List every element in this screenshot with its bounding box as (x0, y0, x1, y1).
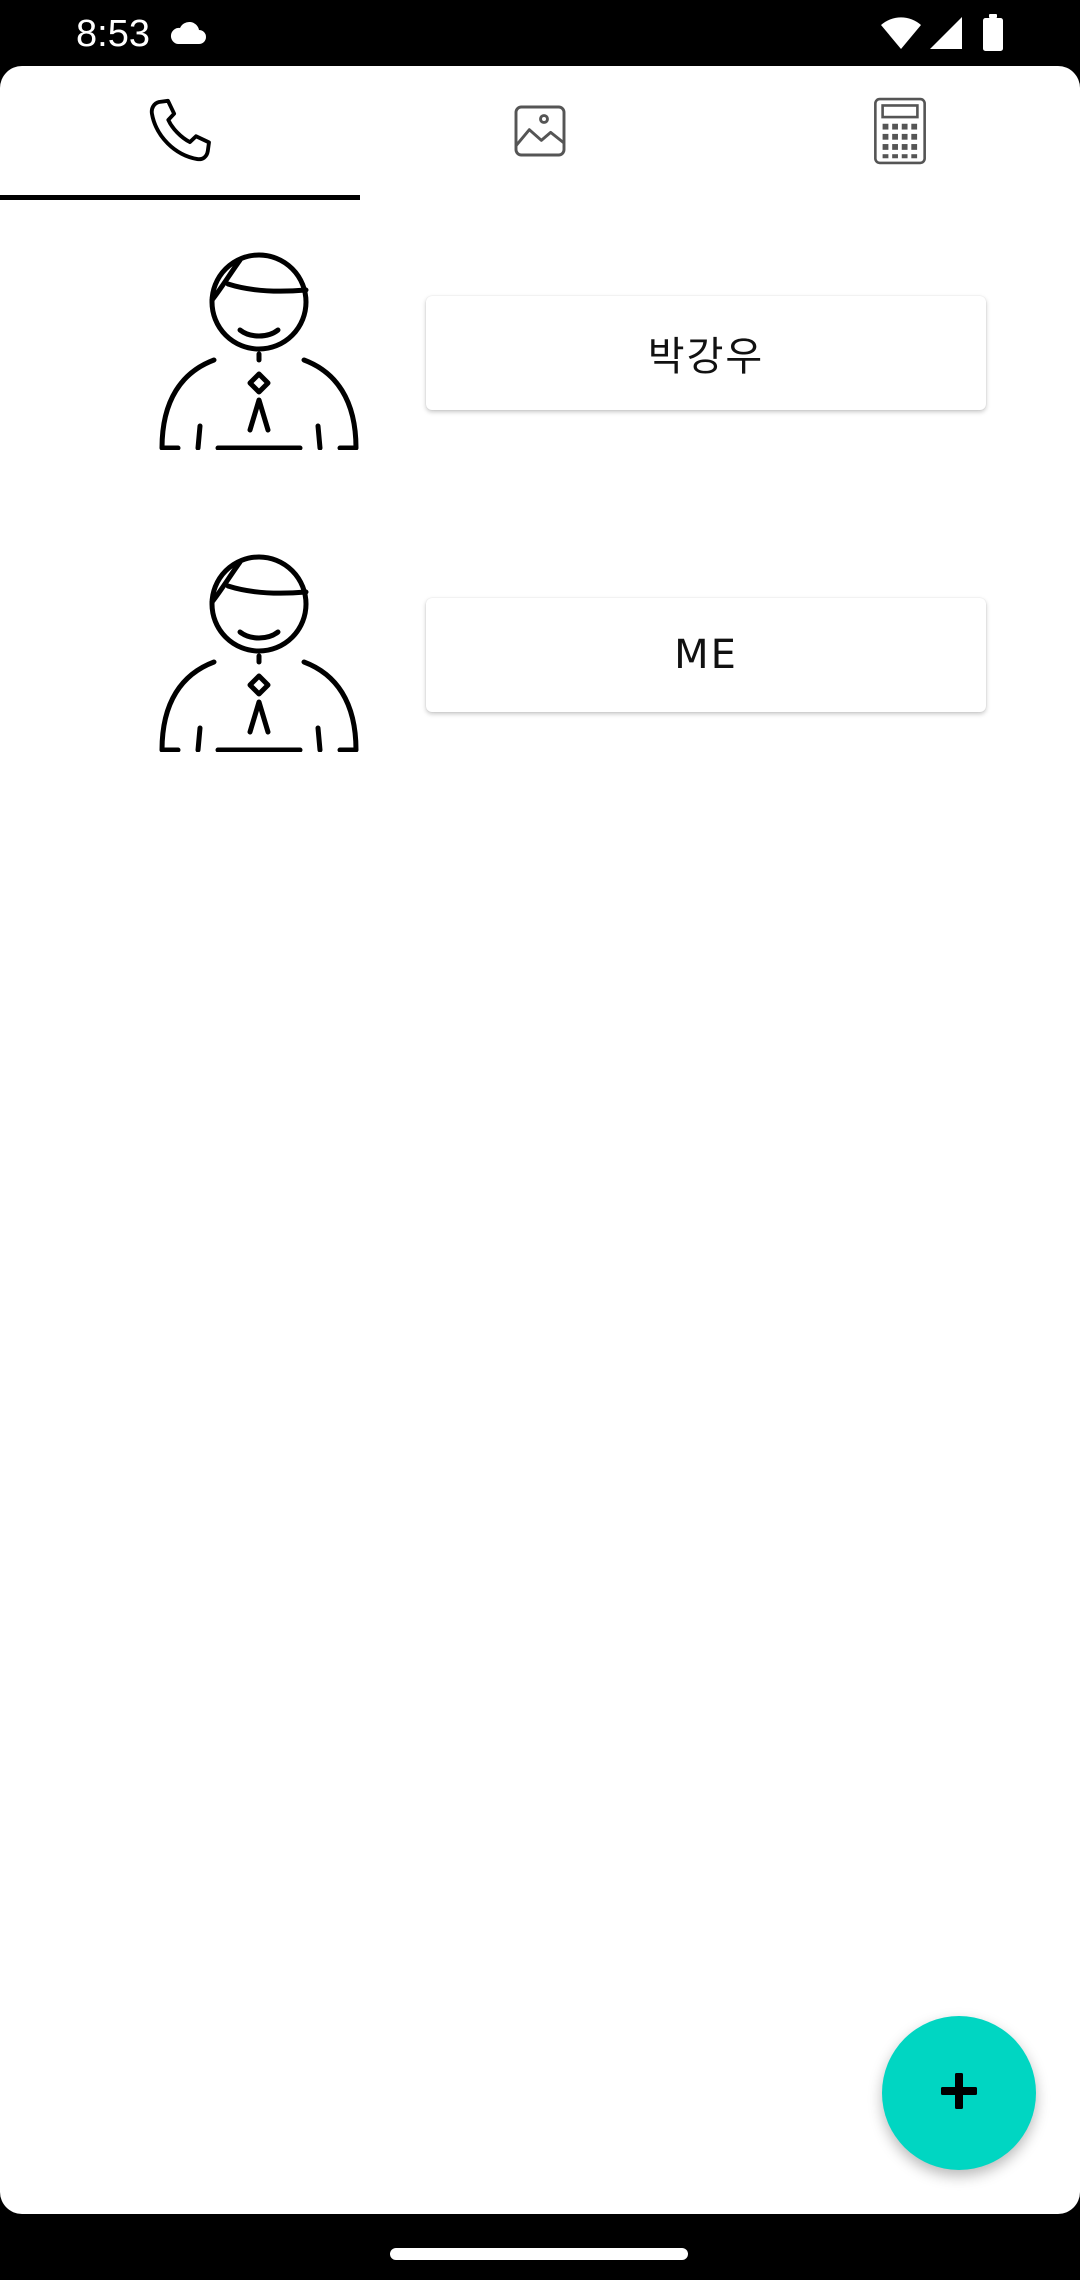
app-surface: 박강우 ME (0, 66, 1080, 2214)
contact-name-button[interactable]: 박강우 (426, 296, 986, 410)
tab-indicator (0, 195, 360, 200)
status-time: 8:53 (76, 13, 150, 55)
navigation-bar (0, 2214, 1080, 2280)
contact-name-button[interactable]: ME (426, 598, 986, 712)
contact-name: 박강우 (647, 334, 765, 380)
home-gesture-handle[interactable] (390, 2248, 688, 2260)
list-item: 박강우 (0, 238, 1080, 540)
person-avatar-icon (158, 552, 360, 753)
phone-icon (143, 94, 217, 172)
list-item: ME (0, 540, 1080, 842)
cloud-icon (168, 18, 208, 52)
tab-contacts[interactable] (0, 66, 360, 200)
signal-icon (928, 16, 964, 54)
calculator-icon (871, 96, 929, 170)
add-contact-button[interactable] (882, 2016, 1036, 2170)
battery-icon (982, 14, 1004, 56)
tab-gallery[interactable] (360, 66, 720, 200)
tab-bar (0, 66, 1080, 200)
contact-list: 박강우 ME (0, 238, 1080, 842)
image-icon (508, 99, 572, 167)
contact-name: ME (674, 632, 738, 678)
status-bar: 8:53 (0, 0, 1080, 66)
plus-icon (937, 2069, 981, 2117)
person-avatar-icon (158, 250, 360, 451)
phone-screen: 8:53 박강우 ME (0, 0, 1080, 2280)
wifi-icon (880, 16, 922, 54)
tab-calculator[interactable] (720, 66, 1080, 200)
